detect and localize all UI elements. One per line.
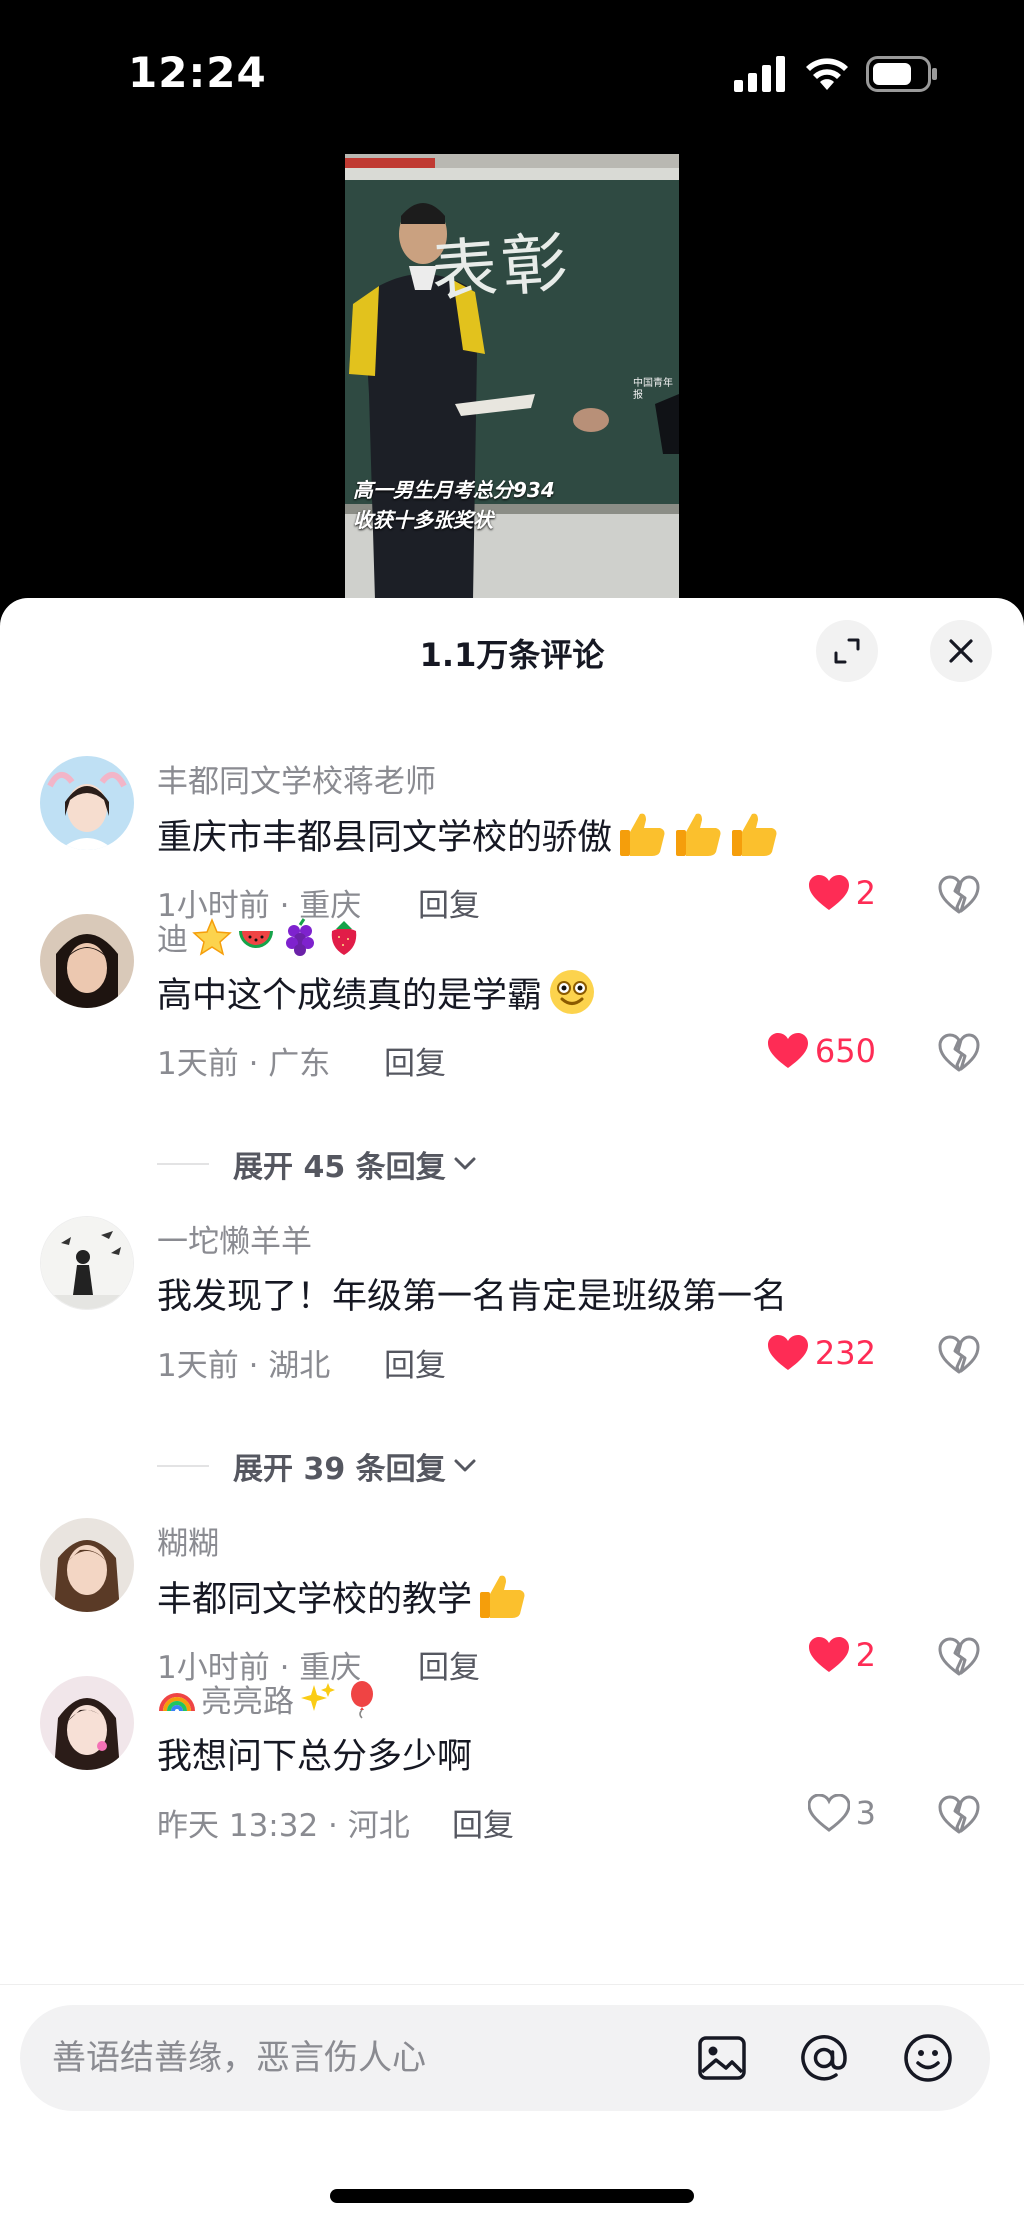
broken-heart-icon[interactable]: [938, 1794, 980, 1836]
heart-icon: [767, 1033, 808, 1068]
comment-username[interactable]: 糊糊: [157, 1518, 219, 1563]
battery-icon: [866, 56, 937, 92]
like-count: 3: [855, 1794, 876, 1832]
image-icon[interactable]: [696, 2032, 748, 2084]
signal-icon: [734, 56, 785, 92]
comment-username[interactable]: 丰都同文学校蒋老师: [157, 756, 436, 801]
at-icon[interactable]: [798, 2032, 850, 2084]
grapes-icon: [286, 917, 314, 956]
strawberry-icon: [331, 920, 357, 955]
comment-username[interactable]: 迪: [157, 914, 364, 959]
comment-item: 糊糊 丰都同文学校的教学 1小时前 · 重庆 回复 2: [0, 1518, 1024, 1686]
comment-meta: 1天前 · 湖北: [157, 1348, 331, 1384]
comment-text: 重庆市丰都县同文学校的骄傲: [157, 808, 780, 860]
balloon-icon: [351, 1680, 373, 1719]
board-text: 表彰: [428, 224, 574, 311]
thumbs-up-icon: [732, 813, 777, 856]
comment-item: 一坨懒羊羊 我发现了！年级第一名肯定是班级第一名 1天前 · 湖北 回复 232: [0, 1216, 1024, 1384]
broken-heart-icon[interactable]: [938, 1636, 980, 1678]
like-count: 2: [855, 1636, 876, 1674]
like-count: 232: [814, 1334, 876, 1372]
like-count: 650: [814, 1032, 876, 1070]
chevron-down-icon: [454, 1459, 476, 1472]
star-icon: [192, 917, 232, 956]
video-caption-line-1: 高一男生月考总分934: [353, 478, 555, 502]
comment-input-container[interactable]: [20, 2005, 990, 2111]
heart-icon: [807, 1794, 850, 1832]
like-button[interactable]: 650: [767, 1032, 876, 1070]
sparkles-icon: [301, 1682, 335, 1711]
like-button[interactable]: 3: [807, 1794, 876, 1832]
broken-heart-icon[interactable]: [938, 1032, 980, 1074]
close-icon: [949, 639, 973, 663]
expand-icon: [834, 638, 860, 664]
reply-button[interactable]: 回复: [384, 1038, 446, 1083]
video-thumbnail[interactable]: 表彰 中国青年报 高一男生月考总分934 收获十多张奖状: [345, 154, 679, 600]
thumbs-up-icon: [480, 1575, 525, 1618]
like-button[interactable]: 232: [767, 1334, 876, 1372]
divider-line: [157, 1163, 209, 1165]
comment-item: 亮亮路 我想问下总分多少啊 昨天 13:32 · 河北 回复 3: [0, 1676, 1024, 1844]
avatar[interactable]: [40, 1216, 134, 1310]
video-player[interactable]: 表彰 中国青年报 高一男生月考总分934 收获十多张奖状: [0, 150, 1024, 600]
comment-meta: 昨天 13:32 · 河北: [157, 1808, 410, 1844]
comment-text: 我发现了！年级第一名肯定是班级第一名: [157, 1277, 788, 1317]
comment-text: 我想问下总分多少啊: [157, 1737, 473, 1777]
emoji-icon[interactable]: [902, 2032, 954, 2084]
sheet-header: 1.1万条评论: [0, 598, 1024, 706]
rainbow-icon: [159, 1692, 195, 1711]
comment-meta: 1天前 · 广东: [157, 1046, 331, 1082]
expand-button[interactable]: [816, 620, 878, 682]
smile-face-icon: [550, 970, 595, 1014]
divider-line: [157, 1465, 209, 1467]
avatar[interactable]: [40, 1676, 134, 1770]
like-button[interactable]: 2: [808, 1636, 876, 1674]
reply-button[interactable]: 回复: [452, 1800, 514, 1845]
comment-text: 丰都同文学校的教学: [157, 1570, 528, 1622]
video-watermark: 中国青年报: [633, 378, 673, 401]
video-caption-line-2: 收获十多张奖状: [353, 508, 493, 532]
like-button[interactable]: 2: [808, 874, 876, 912]
heart-icon: [808, 875, 849, 910]
comment-username[interactable]: 一坨懒羊羊: [157, 1216, 312, 1261]
broken-heart-icon[interactable]: [938, 1334, 980, 1376]
comment-item: 迪 高中这个成绩真的是学霸 1天前 · 广东 回复 650: [0, 914, 1024, 1082]
reply-button[interactable]: 回复: [384, 1340, 446, 1385]
watermelon-icon: [239, 930, 273, 948]
comment-username[interactable]: 亮亮路: [157, 1676, 382, 1721]
comment-text: 高中这个成绩真的是学霸: [157, 966, 598, 1018]
like-count: 2: [855, 874, 876, 912]
expand-replies-button[interactable]: 展开 45 条回复: [157, 1142, 480, 1186]
comment-input-bar: [0, 1984, 1024, 2219]
avatar[interactable]: [40, 914, 134, 1008]
thumbs-up-icon: [676, 813, 721, 856]
broken-heart-icon[interactable]: [938, 874, 980, 916]
status-bar: 12:24: [0, 0, 1024, 150]
expand-replies-button[interactable]: 展开 39 条回复: [157, 1444, 480, 1488]
comment-item: 丰都同文学校蒋老师 重庆市丰都县同文学校的骄傲 1小时前 · 重庆 回复 2: [0, 756, 1024, 924]
avatar[interactable]: [40, 1518, 134, 1612]
comment-sheet: 1.1万条评论 丰都同文学校蒋老师 重庆市丰都县同文学校的骄傲 1小时前 · 重…: [0, 598, 1024, 2219]
avatar[interactable]: [40, 756, 134, 850]
status-time: 12:24: [128, 48, 267, 97]
thumbs-up-icon: [620, 813, 665, 856]
chevron-down-icon: [454, 1157, 476, 1170]
heart-icon: [808, 1637, 849, 1672]
close-button[interactable]: [930, 620, 992, 682]
home-indicator[interactable]: [330, 2189, 694, 2203]
wifi-icon: [806, 58, 848, 90]
comment-input[interactable]: [52, 2005, 672, 2111]
heart-icon: [767, 1335, 808, 1370]
